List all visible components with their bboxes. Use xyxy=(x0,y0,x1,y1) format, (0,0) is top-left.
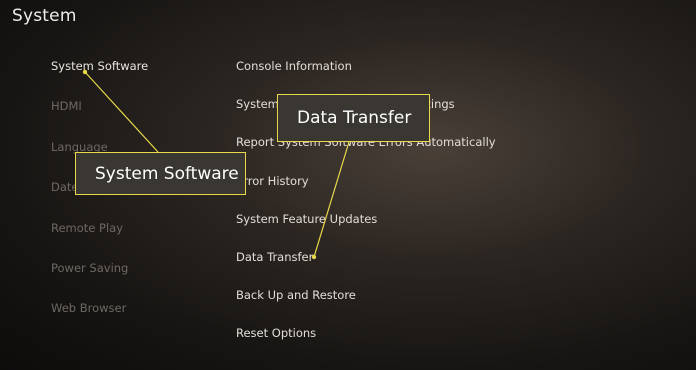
leader-dot-system-software xyxy=(82,69,88,75)
leader-line-system-software xyxy=(84,71,159,153)
callout-data-transfer: Data Transfer xyxy=(277,94,430,142)
callout-system-software: System Software xyxy=(75,152,246,195)
leader-dot-data-transfer xyxy=(311,254,317,260)
leader-line-data-transfer xyxy=(313,141,350,258)
